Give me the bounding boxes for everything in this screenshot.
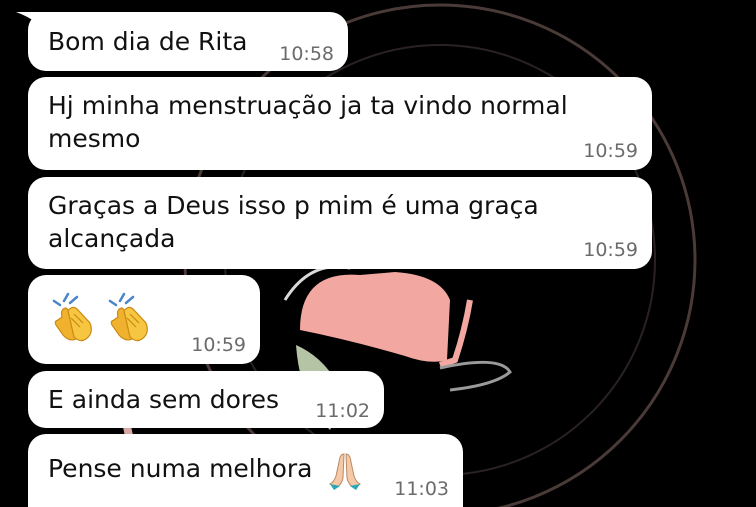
message-text: Pense numa melhora	[48, 454, 313, 483]
message-timestamp: 11:02	[315, 400, 370, 422]
message-timestamp: 10:59	[191, 334, 246, 356]
message-timestamp: 10:58	[279, 43, 334, 65]
emoji-row	[50, 291, 158, 343]
message-bubble[interactable]: Graças a Deus isso p mim é uma graça alc…	[28, 177, 652, 269]
clapping-hands-icon	[108, 292, 148, 342]
message-text: E ainda sem dores	[48, 385, 279, 414]
message-text: Hj minha menstruação ja ta vindo normal …	[48, 91, 568, 153]
message-bubble[interactable]: E ainda sem dores 11:02	[28, 371, 384, 428]
message-timestamp: 10:59	[583, 140, 638, 162]
bubble-tail	[16, 12, 46, 34]
message-bubble[interactable]: Bom dia de Rita 10:58	[16, 12, 348, 71]
message-bubble[interactable]: 10:59	[28, 275, 260, 364]
message-bubble[interactable]: Pense numa melhora 11:03	[28, 434, 463, 507]
clapping-hands-icon	[52, 292, 92, 342]
message-timestamp: 11:03	[394, 478, 449, 500]
message-timestamp: 10:59	[583, 239, 638, 261]
message-bubble[interactable]: Hj minha menstruação ja ta vindo normal …	[28, 77, 652, 170]
message-text: Graças a Deus isso p mim é uma graça alc…	[48, 191, 539, 253]
folded-hands-icon	[329, 453, 361, 490]
message-text: Bom dia de Rita	[48, 27, 248, 56]
